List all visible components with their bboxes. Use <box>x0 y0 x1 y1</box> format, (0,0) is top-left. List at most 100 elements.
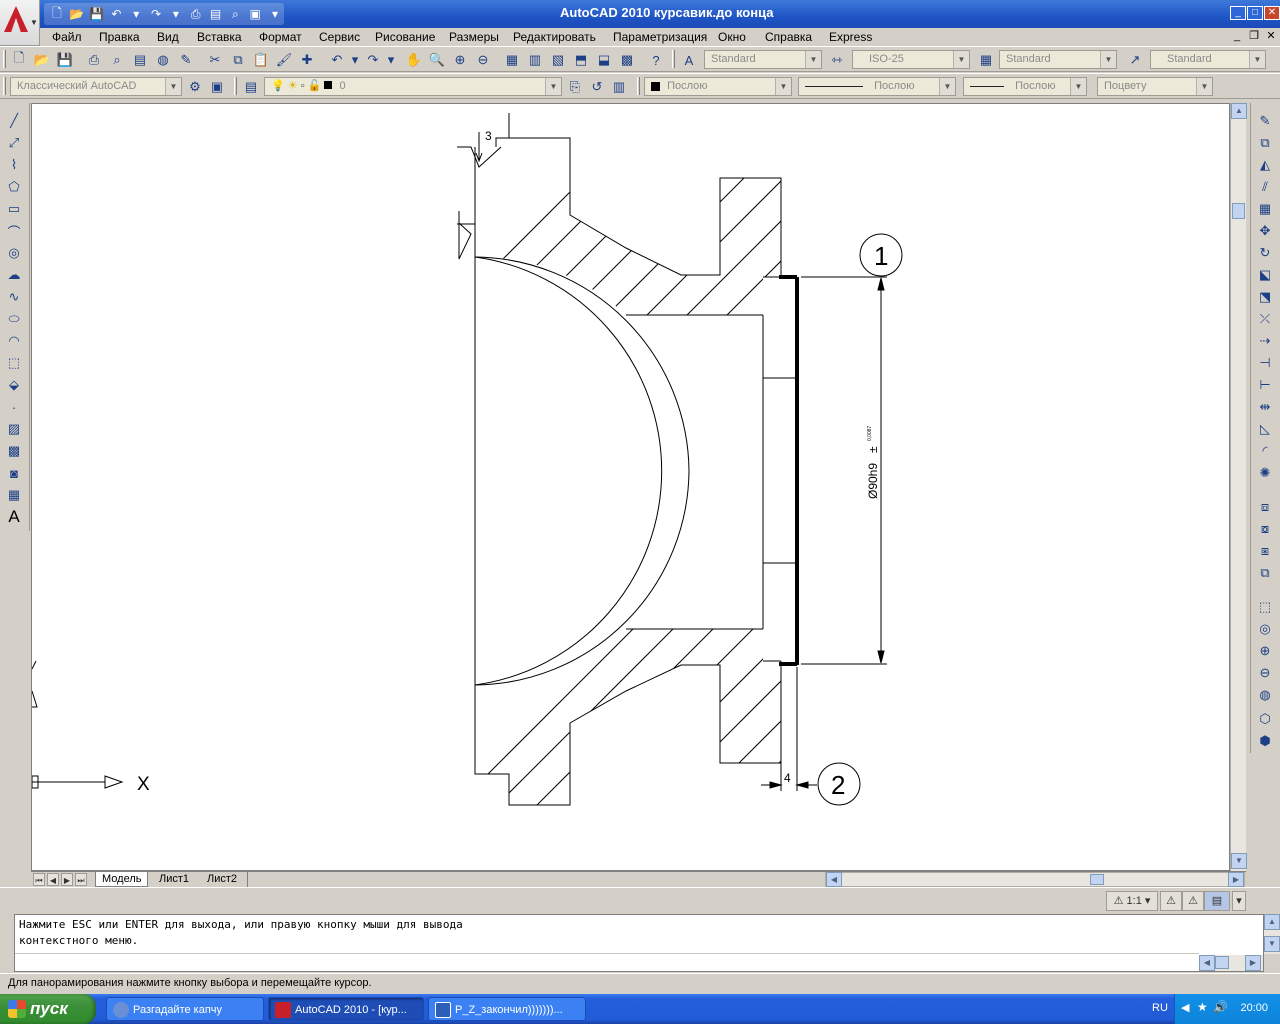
scale-icon[interactable]: ⬕ <box>1255 265 1275 285</box>
zoom-window-icon[interactable]: ⊕ <box>451 51 469 69</box>
markup-icon[interactable]: ⬓ <box>595 51 613 69</box>
redo-icon[interactable]: ↷ <box>147 5 165 23</box>
orbit-icon[interactable]: ◎ <box>1255 619 1275 639</box>
qat-customize-icon[interactable]: ▾ <box>266 5 284 23</box>
scroll-down-icon[interactable]: ▼ <box>1264 936 1280 952</box>
close-button[interactable]: ✕ <box>1264 6 1280 20</box>
menu-modify[interactable]: Редактировать <box>513 30 596 44</box>
start-button[interactable]: пуск <box>0 994 96 1024</box>
help-icon[interactable]: ? <box>647 51 665 69</box>
tray-expand-icon[interactable]: ◀ <box>1181 1001 1189 1014</box>
toolbar-grip[interactable] <box>3 77 6 95</box>
scroll-left-icon[interactable]: ◀ <box>1199 955 1215 971</box>
workspace-switch-button[interactable]: ▤ <box>1204 891 1230 911</box>
menu-parametric[interactable]: Параметризация <box>613 30 707 44</box>
cut-icon[interactable]: ✂ <box>206 51 224 69</box>
doc-close-button[interactable]: ✕ <box>1264 29 1278 43</box>
construction-line-icon[interactable]: ⤢ <box>4 133 24 153</box>
multileader-style-select[interactable]: Standard ▼ <box>1150 50 1266 69</box>
multiline-text-icon[interactable]: A <box>4 507 24 527</box>
etransmit-icon[interactable]: ✎ <box>177 51 195 69</box>
make-current-layer-icon[interactable]: ⎘ <box>566 78 584 96</box>
undo-icon[interactable]: ↶ <box>107 5 125 23</box>
open-file-icon[interactable]: 📂 <box>68 5 86 23</box>
dim-style-select[interactable]: ISO-25 ▼ <box>852 50 970 69</box>
toolbar-grip[interactable] <box>234 77 237 95</box>
doc-restore-button[interactable]: ❐ <box>1247 29 1261 43</box>
taskbar-item-word[interactable]: P_Z_закончил)))))))... <box>428 997 586 1021</box>
ellipse-icon[interactable]: ⬭ <box>4 309 24 329</box>
scroll-left-icon[interactable]: ◀ <box>826 872 842 887</box>
insert-block-icon[interactable]: ⬚ <box>4 353 24 373</box>
circle-icon[interactable]: ◎ <box>4 243 24 263</box>
taskbar-item-autocad[interactable]: AutoCAD 2010 - [кур... <box>268 997 424 1021</box>
command-vertical-scrollbar[interactable]: ▲ ▼ <box>1264 914 1280 954</box>
drawing-horizontal-scrollbar[interactable]: ◀ ▶ <box>825 872 1245 887</box>
bring-above-icon[interactable]: ⧉ <box>1255 563 1275 583</box>
new-file-icon[interactable]: 🗋 <box>48 5 66 23</box>
scroll-thumb[interactable] <box>1215 956 1229 969</box>
match-properties-icon[interactable]: 🖌 <box>275 51 293 69</box>
menu-tools[interactable]: Сервис <box>319 30 360 44</box>
multileader-style-icon[interactable]: ↗ <box>1126 51 1144 69</box>
last-tab-icon[interactable]: ⏭ <box>75 873 87 886</box>
qnew-icon[interactable]: 🗋 <box>10 50 28 69</box>
plot-icon[interactable]: ⎙ <box>85 51 103 69</box>
cube-icon[interactable]: ⬡ <box>1255 709 1275 729</box>
layer-properties-icon[interactable]: ▤ <box>242 78 260 96</box>
menu-insert[interactable]: Вставка <box>197 30 242 44</box>
view-manager-icon[interactable]: ⬚ <box>1255 597 1275 617</box>
tray-app-icon[interactable]: ★ <box>1197 1000 1208 1014</box>
volume-icon[interactable]: 🔊 <box>1213 1000 1228 1014</box>
undo-dropdown-icon[interactable]: ▾ <box>346 51 364 69</box>
my-workspace-icon[interactable]: ▣ <box>208 78 226 96</box>
open-icon[interactable]: 📂 <box>33 51 51 69</box>
table-style-select[interactable]: Standard ▼ <box>999 50 1117 69</box>
move-icon[interactable]: ✥ <box>1255 221 1275 241</box>
fillet-icon[interactable]: ◜ <box>1255 441 1275 461</box>
workspace-settings-icon[interactable]: ⚙ <box>186 78 204 96</box>
status-menu-button[interactable]: ▾ <box>1232 891 1246 911</box>
block-editor-icon[interactable]: ✚ <box>298 51 316 69</box>
gradient-icon[interactable]: ▩ <box>4 441 24 461</box>
drawing-vertical-scrollbar[interactable]: ▲ ▼ <box>1230 103 1247 871</box>
plotstyle-select[interactable]: Поцвету ▼ <box>1097 77 1213 96</box>
3d-view-icon[interactable]: ⊕ <box>1255 641 1275 661</box>
draw-order-icon[interactable]: ⧈ <box>1255 497 1275 517</box>
paste-icon[interactable]: 📋 <box>252 51 270 69</box>
redo-icon[interactable]: ↷ <box>364 51 382 69</box>
copy-icon[interactable]: ⧉ <box>229 51 247 69</box>
tab-layout2[interactable]: Лист2 <box>201 872 243 887</box>
command-input[interactable] <box>15 953 1199 971</box>
extend-icon[interactable]: ⇢ <box>1255 331 1275 351</box>
zoom-realtime-icon[interactable]: 🔍 <box>428 51 446 69</box>
erase-icon[interactable]: ✎ <box>1255 111 1275 131</box>
plot-preview-icon[interactable]: ⌕ <box>226 5 244 23</box>
sheet-set-icon[interactable]: ⬒ <box>572 51 590 69</box>
offset-icon[interactable]: ⫽ <box>1255 177 1275 197</box>
doc-minimize-button[interactable]: _ <box>1230 29 1244 43</box>
next-tab-icon[interactable]: ▶ <box>61 873 73 886</box>
bring-to-front-icon[interactable]: ⧇ <box>1255 519 1275 539</box>
menu-format[interactable]: Формат <box>259 30 302 44</box>
table-style-icon[interactable]: ▦ <box>977 51 995 69</box>
line-icon[interactable]: ╱ <box>4 111 24 131</box>
break-icon[interactable]: ⊢ <box>1255 375 1275 395</box>
design-center-icon[interactable]: ▥ <box>526 51 544 69</box>
array-icon[interactable]: ▦ <box>1255 199 1275 219</box>
zoom-previous-icon[interactable]: ⊖ <box>474 51 492 69</box>
toolbar-grip[interactable] <box>637 77 640 95</box>
text-style-icon[interactable]: A <box>680 51 698 69</box>
menu-express[interactable]: Express <box>829 30 872 44</box>
layer-previous-icon[interactable]: ↺ <box>588 78 606 96</box>
layer-states-icon[interactable]: ▥ <box>610 78 628 96</box>
menu-window[interactable]: Окно <box>718 30 746 44</box>
tab-model[interactable]: Модель <box>95 872 149 887</box>
join-icon[interactable]: ⇹ <box>1255 397 1275 417</box>
copy-object-icon[interactable]: ⧉ <box>1255 133 1275 153</box>
pan-realtime-icon[interactable]: ✋ <box>405 51 423 69</box>
undo-dropdown-icon[interactable]: ▾ <box>127 5 145 23</box>
spline-icon[interactable]: ∿ <box>4 287 24 307</box>
language-indicator[interactable]: RU <box>1152 1002 1168 1014</box>
make-block-icon[interactable]: ⬙ <box>4 375 24 395</box>
